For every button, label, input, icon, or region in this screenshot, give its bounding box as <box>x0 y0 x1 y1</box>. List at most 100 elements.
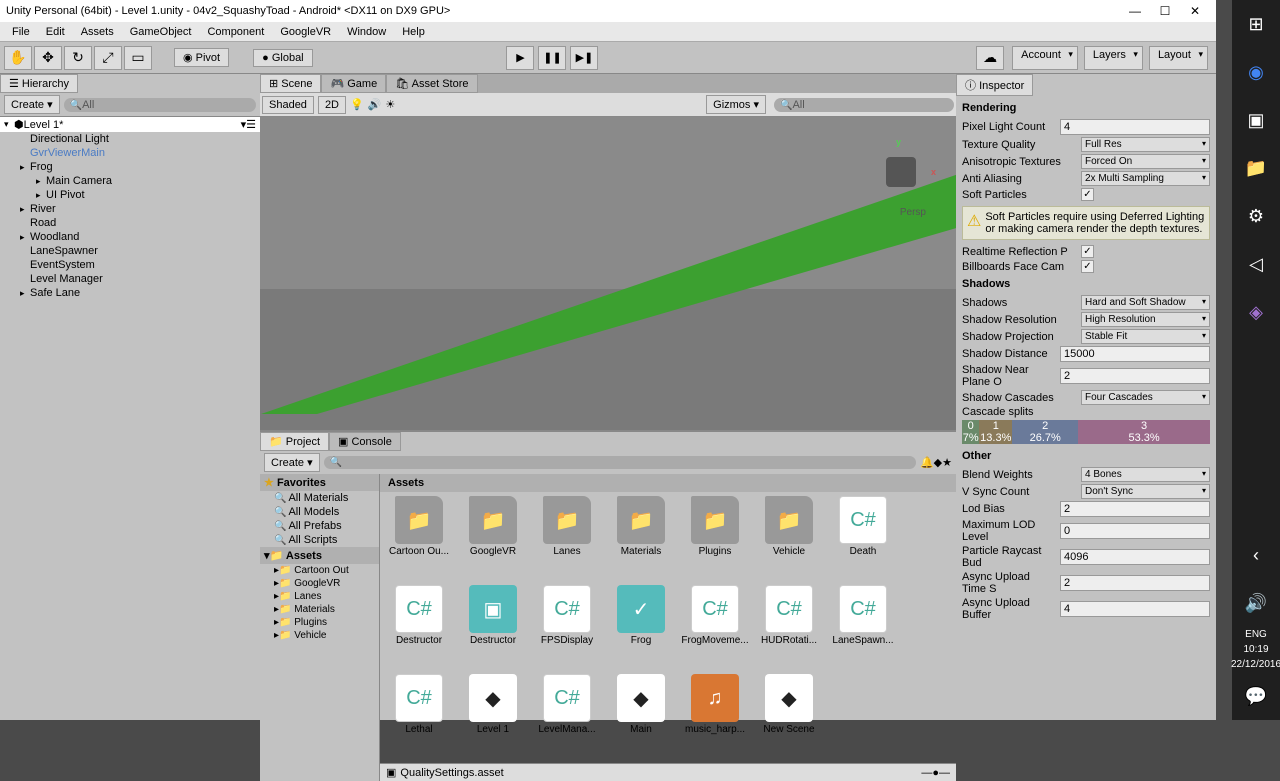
tab-console[interactable]: ▣ Console <box>329 432 401 451</box>
light-icon[interactable]: 💡 <box>350 98 364 111</box>
menu-edit[interactable]: Edit <box>38 24 73 40</box>
asset-item[interactable]: ✓Frog <box>606 585 676 670</box>
aa-select[interactable]: 2x Multi Sampling <box>1081 171 1210 186</box>
hierarchy-item[interactable]: ▸Safe Lane <box>0 286 260 300</box>
fav-materials[interactable]: 🔍All Materials <box>260 491 379 505</box>
pivot-toggle[interactable]: ◉ Pivot <box>174 48 229 67</box>
max-lod-field[interactable] <box>1060 523 1210 539</box>
pause-button[interactable]: ❚❚ <box>538 46 566 70</box>
asset-item[interactable]: C#FrogMoveme... <box>680 585 750 670</box>
hierarchy-item[interactable]: ▸Woodland <box>0 230 260 244</box>
move-tool[interactable]: ✥ <box>34 46 62 70</box>
gizmos-dropdown[interactable]: Gizmos ▾ <box>706 95 766 114</box>
hierarchy-item[interactable]: ▸Frog <box>0 160 260 174</box>
hierarchy-item[interactable]: LaneSpawner <box>0 244 260 258</box>
tree-folder[interactable]: ▸📁 Materials <box>260 603 379 616</box>
asset-item[interactable]: 📁Lanes <box>532 496 602 581</box>
star-filter-icon[interactable]: ★ <box>942 456 952 469</box>
hierarchy-root[interactable]: ▾ ⬢ Level 1* ▾☰ <box>0 117 260 132</box>
asset-item[interactable]: 📁Vehicle <box>754 496 824 581</box>
asset-item[interactable]: 📁Materials <box>606 496 676 581</box>
asset-item[interactable]: C#FPSDisplay <box>532 585 602 670</box>
lod-bias-field[interactable] <box>1060 501 1210 517</box>
shadow-near-field[interactable] <box>1060 368 1210 384</box>
zoom-slider[interactable]: —●— <box>921 767 950 779</box>
project-search[interactable]: 🔍 <box>324 456 916 469</box>
tree-folder[interactable]: ▸📁 Lanes <box>260 590 379 603</box>
persp-label[interactable]: Persp <box>900 207 926 218</box>
billboards-check[interactable]: ✓ <box>1081 260 1094 273</box>
close-button[interactable]: ✕ <box>1180 4 1210 18</box>
asset-item[interactable]: 📁Cartoon Ou... <box>384 496 454 581</box>
asset-item[interactable]: C#LaneSpawn... <box>828 585 898 670</box>
tree-folder[interactable]: ▸📁 Plugins <box>260 616 379 629</box>
expand-tray-icon[interactable]: ‹ <box>1240 539 1272 571</box>
scene-menu-icon[interactable]: ▾☰ <box>241 118 256 131</box>
expand-arrow-icon[interactable]: ▾ <box>4 119 14 130</box>
shaded-dropdown[interactable]: Shaded <box>262 96 314 114</box>
hierarchy-tab[interactable]: ☰ Hierarchy <box>0 74 78 93</box>
hierarchy-item[interactable]: Road <box>0 216 260 230</box>
asset-item[interactable]: ◆Main <box>606 674 676 759</box>
collab-button[interactable]: ☁ <box>976 46 1004 70</box>
hierarchy-item[interactable]: ▸UI Pivot <box>0 188 260 202</box>
inspector-tab[interactable]: ⓘ Inspector <box>956 74 1033 96</box>
asset-item[interactable]: ♫music_harp... <box>680 674 750 759</box>
hierarchy-item[interactable]: ▸River <box>0 202 260 216</box>
async-time-field[interactable] <box>1060 575 1210 591</box>
realtime-refl-check[interactable]: ✓ <box>1081 245 1094 258</box>
project-create[interactable]: Create ▾ <box>264 453 320 472</box>
hierarchy-item[interactable]: Directional Light <box>0 132 260 146</box>
maximize-button[interactable]: ☐ <box>1150 4 1180 18</box>
shadow-dist-field[interactable] <box>1060 346 1210 362</box>
minimize-button[interactable]: — <box>1120 4 1150 18</box>
menu-window[interactable]: Window <box>339 24 394 40</box>
hand-tool[interactable]: ✋ <box>4 46 32 70</box>
hierarchy-search[interactable]: 🔍All <box>64 98 256 112</box>
raycast-field[interactable] <box>1060 549 1210 565</box>
menu-googlevr[interactable]: GoogleVR <box>272 24 339 40</box>
favorites-section[interactable]: ★ Favorites <box>260 474 379 491</box>
audio-icon[interactable]: 🔊 <box>368 98 382 111</box>
cascade-bar[interactable]: 07%113.3%226.7%353.3% <box>962 420 1210 444</box>
account-dropdown[interactable]: Account <box>1012 46 1078 70</box>
play-button[interactable]: ▶ <box>506 46 534 70</box>
volume-icon[interactable]: 🔊 <box>1240 587 1272 619</box>
rotate-tool[interactable]: ↻ <box>64 46 92 70</box>
fav-scripts[interactable]: 🔍All Scripts <box>260 533 379 547</box>
expand-arrow-icon[interactable]: ▸ <box>20 204 30 215</box>
asset-item[interactable]: 📁Plugins <box>680 496 750 581</box>
tab-assetstore[interactable]: 🛍 Asset Store <box>386 74 477 93</box>
soft-particles-check[interactable]: ✓ <box>1081 188 1094 201</box>
notifications-icon[interactable]: 💬 <box>1240 680 1272 712</box>
asset-item[interactable]: C#Destructor <box>384 585 454 670</box>
menu-component[interactable]: Component <box>199 24 272 40</box>
async-buffer-field[interactable] <box>1060 601 1210 617</box>
2d-toggle[interactable]: 2D <box>318 96 346 114</box>
asset-item[interactable]: ▣Destructor <box>458 585 528 670</box>
hierarchy-item[interactable]: ▸Main Camera <box>0 174 260 188</box>
step-button[interactable]: ▶❚ <box>570 46 598 70</box>
start-icon[interactable]: ⊞ <box>1240 8 1272 40</box>
app-icon-1[interactable]: ▣ <box>1240 104 1272 136</box>
asset-item[interactable]: C#HUDRotati... <box>754 585 824 670</box>
scene-view[interactable]: y x Persp <box>260 117 956 430</box>
unity-icon[interactable]: ◁ <box>1240 248 1272 280</box>
asset-item[interactable]: ◆Level 1 <box>458 674 528 759</box>
expand-arrow-icon[interactable]: ▸ <box>36 190 46 201</box>
blend-weights-select[interactable]: 4 Bones <box>1081 467 1210 482</box>
tab-scene[interactable]: ⊞ Scene <box>260 74 321 93</box>
type-filter-icon[interactable]: ◆ <box>934 456 942 469</box>
texture-quality-select[interactable]: Full Res <box>1081 137 1210 152</box>
explorer-icon[interactable]: 📁 <box>1240 152 1272 184</box>
scene-gizmo[interactable]: y x <box>866 137 936 207</box>
menu-assets[interactable]: Assets <box>73 24 122 40</box>
fav-prefabs[interactable]: 🔍All Prefabs <box>260 519 379 533</box>
hierarchy-item[interactable]: Level Manager <box>0 272 260 286</box>
asset-item[interactable]: C#Lethal <box>384 674 454 759</box>
rect-tool[interactable]: ▭ <box>124 46 152 70</box>
layers-dropdown[interactable]: Layers <box>1084 46 1143 70</box>
tree-folder[interactable]: ▸📁 GoogleVR <box>260 577 379 590</box>
asset-item[interactable]: C#Death <box>828 496 898 581</box>
chrome-icon[interactable]: ◉ <box>1240 56 1272 88</box>
